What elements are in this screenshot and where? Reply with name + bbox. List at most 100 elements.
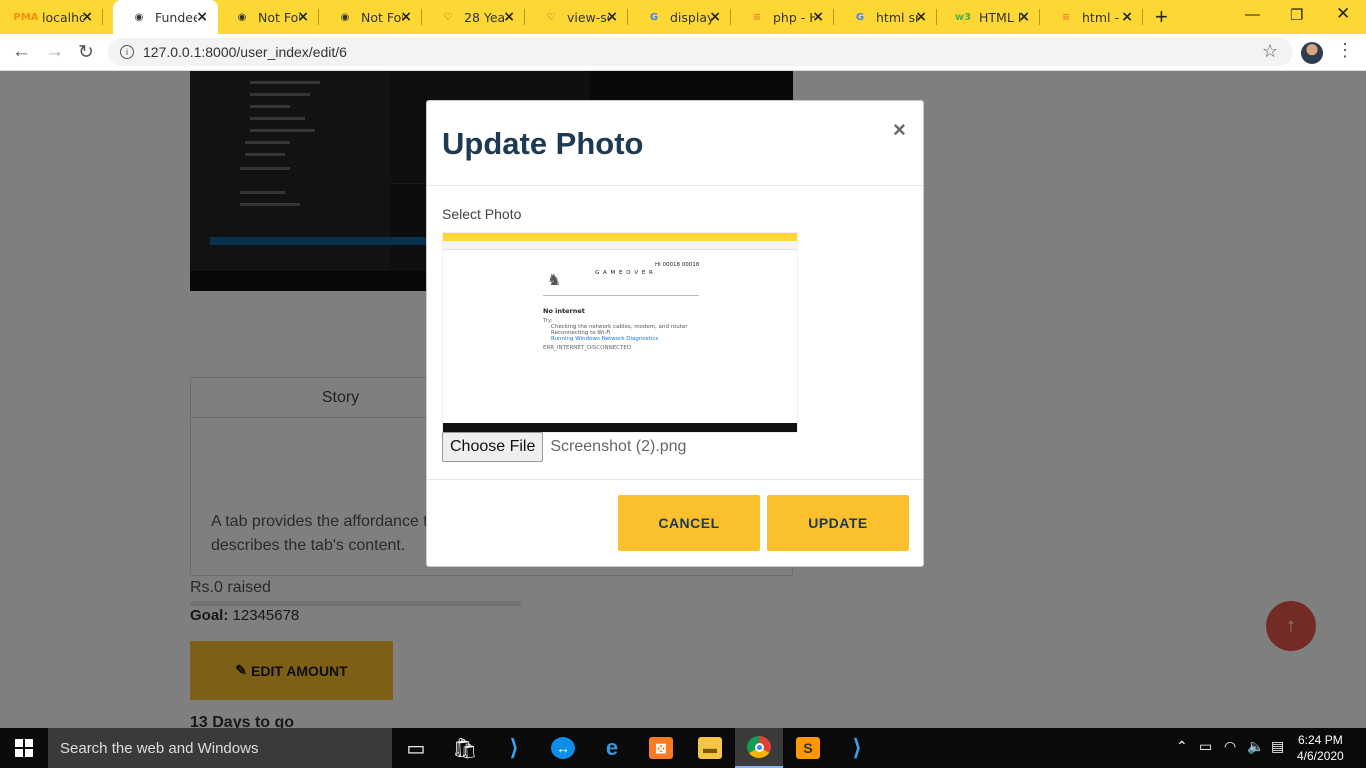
menu-dots-icon[interactable]: ⋮	[1336, 40, 1354, 61]
clock-time: 6:24 PM	[1298, 733, 1343, 747]
browser-tab[interactable]: Gdisplay ×	[628, 0, 731, 34]
tab-title: 28 Years	[464, 9, 506, 25]
task-view-icon[interactable]: ▭	[392, 728, 440, 768]
preview-taskbar	[443, 423, 797, 432]
stackoverflow-icon: ≡	[1061, 11, 1071, 23]
tab-close-icon[interactable]: ×	[1018, 9, 1030, 25]
tab-title: view-source	[567, 9, 609, 25]
start-button[interactable]	[0, 728, 48, 768]
phpmyadmin-icon: PMA	[13, 11, 39, 23]
windows-logo-icon	[15, 739, 33, 757]
browser-tab[interactable]: ≡ php - How×	[731, 0, 834, 34]
tab-title: display	[670, 9, 712, 25]
tab-title: html src	[876, 9, 918, 25]
sublime-text-icon[interactable]: S	[784, 728, 832, 768]
tab-close-icon[interactable]: ×	[81, 9, 93, 25]
bookmark-star-icon[interactable]: ☆	[1262, 41, 1278, 62]
browser-tab[interactable]: w3 HTML In×	[937, 0, 1040, 34]
vscode-icon-2[interactable]: ⟩	[833, 728, 881, 768]
tab-title: HTML In	[979, 9, 1021, 25]
wifi-icon[interactable]: ◠	[1224, 738, 1236, 755]
forward-icon[interactable]: →	[45, 41, 64, 63]
tab-close-icon[interactable]: ×	[606, 9, 618, 25]
notifications-icon[interactable]: ▤	[1271, 738, 1284, 755]
globe-icon: ◉	[134, 11, 144, 23]
tab-separator	[102, 9, 103, 25]
edge-icon[interactable]: e	[588, 728, 636, 768]
preview-error: ERR_INTERNET_DISCONNECTED	[543, 345, 632, 351]
browser-tab[interactable]: PMAlocalhost×	[0, 0, 103, 34]
preview-heading: No internet	[543, 307, 585, 315]
update-button[interactable]: UPDATE	[767, 495, 909, 551]
select-photo-label: Select Photo	[442, 206, 522, 222]
vscode-icon[interactable]: ⟩	[490, 728, 538, 768]
tab-close-icon[interactable]: ×	[1121, 9, 1133, 25]
photo-preview: HI 00018 00018 ♞ G A M E O V E R No inte…	[442, 232, 798, 433]
profile-avatar[interactable]	[1301, 42, 1323, 64]
preview-tab-strip	[443, 233, 797, 241]
back-icon[interactable]: ←	[12, 41, 31, 63]
taskbar-search[interactable]: Search the web and Windows	[48, 728, 392, 768]
tab-close-icon[interactable]: ×	[915, 9, 927, 25]
dino-icon: ♞	[547, 272, 562, 289]
address-bar[interactable]: i 127.0.0.1:8000/user_index/edit/6	[108, 38, 1293, 66]
file-input-row: Choose File Screenshot (2).png	[442, 432, 686, 462]
tab-title: html - How	[1082, 9, 1124, 25]
browser-tab[interactable]: Ghtml src×	[834, 0, 937, 34]
preview-bullet-3: Running Windows Network Diagnostics	[551, 336, 659, 342]
info-icon[interactable]: i	[120, 45, 134, 59]
minimize-button[interactable]: —	[1245, 6, 1260, 23]
xampp-icon[interactable]: ⊠	[637, 728, 685, 768]
browser-tab[interactable]: ◉ Not Found×	[216, 0, 319, 34]
clock-date: 4/6/2020	[1297, 749, 1344, 763]
browser-tab[interactable]: ◉ Fundee ×	[113, 0, 218, 34]
tab-title: Not Found	[258, 9, 300, 25]
tab-close-icon[interactable]: ×	[503, 9, 515, 25]
new-tab-button[interactable]: +	[1155, 4, 1168, 30]
globe-icon: ◉	[237, 11, 247, 23]
volume-icon[interactable]: 🔈	[1247, 738, 1264, 755]
tab-close-icon[interactable]: ×	[709, 9, 721, 25]
browser-tab[interactable]: ◉ Not Found×	[319, 0, 422, 34]
update-photo-modal: Update Photo × Select Photo HI 00018 000…	[426, 100, 924, 567]
cancel-button[interactable]: CANCEL	[618, 495, 760, 551]
preview-score: HI 00018 00018	[655, 262, 700, 268]
stackoverflow-icon: ≡	[752, 11, 762, 23]
tab-separator	[1142, 9, 1143, 25]
system-clock[interactable]: 6:24 PM 4/6/2020	[1297, 732, 1344, 764]
preview-address-bar	[443, 241, 797, 250]
tab-close-icon[interactable]: ×	[196, 9, 208, 25]
reload-icon[interactable]: ↻	[78, 41, 94, 64]
preview-ground-line	[543, 295, 699, 296]
choose-file-button[interactable]: Choose File	[442, 432, 544, 462]
tab-title: Not Found	[361, 9, 403, 25]
tab-close-icon[interactable]: ×	[812, 9, 824, 25]
file-explorer-icon[interactable]: ▬	[686, 728, 734, 768]
close-icon[interactable]: ×	[893, 117, 906, 143]
w3-icon: ♡	[546, 11, 556, 23]
tab-title: php - How	[773, 9, 815, 25]
maximize-button[interactable]: ❐	[1290, 6, 1303, 24]
tab-close-icon[interactable]: ×	[400, 9, 412, 25]
chrome-icon[interactable]	[735, 728, 783, 768]
browser-tab[interactable]: ♡ view-source×	[525, 0, 628, 34]
tab-strip: + — ❐ ✕ PMAlocalhost×◉Fundee×◉Not Found×…	[0, 0, 1366, 34]
modal-footer-divider	[427, 479, 923, 480]
tab-close-icon[interactable]: ×	[297, 9, 309, 25]
tab-title: Fundee	[155, 9, 197, 25]
url-text: 127.0.0.1:8000/user_index/edit/6	[143, 44, 347, 60]
browser-tab[interactable]: ≡ html - How×	[1040, 0, 1143, 34]
chevron-up-icon[interactable]: ⌃	[1176, 738, 1188, 755]
windows-taskbar: Search the web and Windows ▭ 🛍 ⟩ ↔ e ⊠ ▬…	[0, 728, 1366, 768]
battery-icon[interactable]: ▭	[1199, 738, 1212, 755]
close-window-button[interactable]: ✕	[1336, 4, 1350, 24]
browser-tab[interactable]: ♡ 28 Years×	[422, 0, 525, 34]
w3-icon: ♡	[443, 11, 453, 23]
selected-file-name: Screenshot (2).png	[550, 438, 687, 455]
teamviewer-icon[interactable]: ↔	[539, 728, 587, 768]
store-icon[interactable]: 🛍	[441, 728, 489, 768]
globe-icon: ◉	[340, 11, 350, 23]
browser-toolbar: ← → ↻ i 127.0.0.1:8000/user_index/edit/6…	[0, 34, 1366, 71]
google-icon: G	[649, 11, 659, 23]
preview-game-over: G A M E O V E R	[595, 270, 654, 276]
